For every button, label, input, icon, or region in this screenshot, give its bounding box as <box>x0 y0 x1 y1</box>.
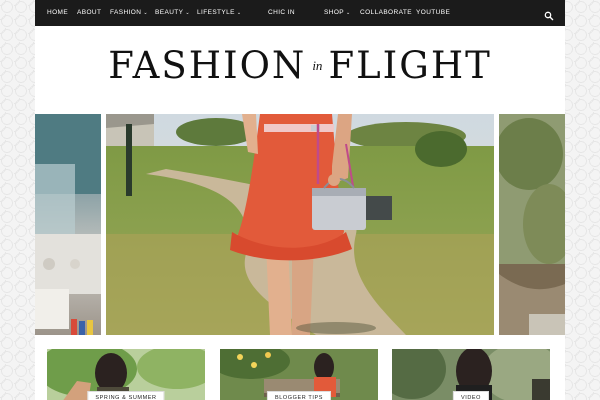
nav-item-about[interactable]: ABOUT <box>77 0 101 26</box>
nav-item-beauty[interactable]: BEAUTY ⌄ <box>155 0 190 26</box>
search-icon[interactable] <box>544 8 554 21</box>
page: HOME ABOUT FASHION ⌄ BEAUTY ⌄ LIFESTYLE ⌄ C… <box>35 0 565 400</box>
nav-label: ABOUT <box>77 9 102 16</box>
nav-label: COLLABORATE <box>360 9 412 16</box>
category-card-video[interactable]: VIDEO <box>392 349 550 400</box>
nav-label: SHOP <box>324 9 345 16</box>
nav-label: FASHION <box>110 9 142 16</box>
logo-word-in: in <box>312 57 323 73</box>
card-label: SPRING & SUMMER <box>87 391 165 400</box>
card-label: VIDEO <box>452 391 490 400</box>
nav-label: BEAUTY <box>155 9 184 16</box>
category-card-blogger-tips[interactable]: BLOGGER TIPS <box>220 349 378 400</box>
slider-main-image[interactable] <box>106 114 494 335</box>
card-label: BLOGGER TIPS <box>266 391 332 400</box>
chevron-down-icon: ⌄ <box>143 10 148 16</box>
nav-label: CHIC IN <box>268 9 295 16</box>
site-logo[interactable]: FASHION in FLIGHT <box>35 44 565 88</box>
logo-word-flight: FLIGHT <box>328 44 492 87</box>
nav-label: YOUTUBE <box>416 9 451 16</box>
nav-item-fashion[interactable]: FASHION ⌄ <box>110 0 148 26</box>
nav-label: LIFESTYLE <box>197 9 235 16</box>
nav-item-home[interactable]: HOME <box>47 0 68 26</box>
chevron-down-icon: ⌄ <box>236 10 242 16</box>
nav-item-collaborate[interactable]: COLLABORATE <box>360 0 412 26</box>
nav-item-lifestyle[interactable]: LIFESTYLE ⌄ <box>197 0 242 26</box>
slider-next-image[interactable] <box>499 114 565 335</box>
category-card-spring-summer[interactable]: SPRING & SUMMER <box>47 349 205 400</box>
nav-item-chic-in[interactable]: CHIC IN <box>268 0 295 26</box>
chevron-down-icon: ⌄ <box>185 10 191 16</box>
slider-prev-image[interactable] <box>35 114 101 335</box>
chevron-down-icon: ⌄ <box>346 10 351 16</box>
nav-label: HOME <box>47 9 69 16</box>
logo-word-fashion: FASHION <box>108 44 307 87</box>
nav-item-shop[interactable]: SHOP ⌄ <box>324 0 351 26</box>
top-nav: HOME ABOUT FASHION ⌄ BEAUTY ⌄ LIFESTYLE ⌄ C… <box>35 0 565 26</box>
nav-item-youtube[interactable]: YOUTUBE <box>416 0 450 26</box>
